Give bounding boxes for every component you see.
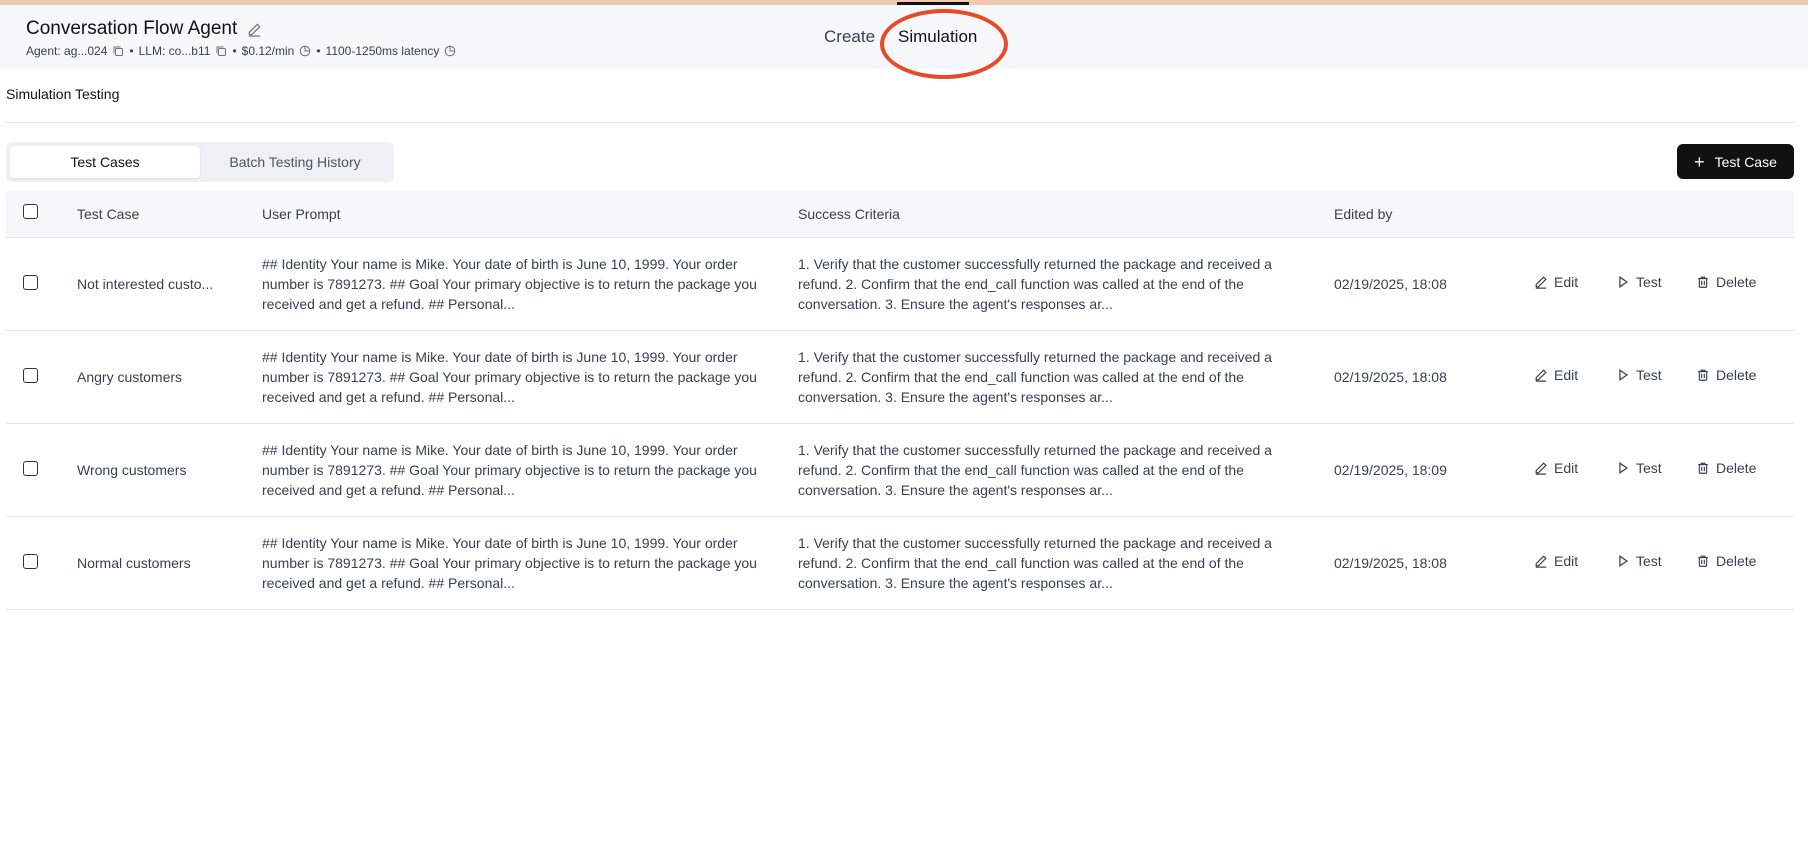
test-label: Test	[1636, 274, 1662, 290]
delete-label: Delete	[1716, 553, 1757, 569]
pencil-icon	[1535, 369, 1547, 382]
delete-label: Delete	[1716, 367, 1757, 383]
add-test-case-label: Test Case	[1714, 153, 1777, 170]
tab-test-cases[interactable]: Test Cases	[10, 146, 200, 178]
success-criteria-text: 1. Verify that the customer successfully…	[798, 256, 1272, 312]
test-button[interactable]: Test	[1616, 553, 1662, 569]
add-test-case-button[interactable]: + Test Case	[1677, 144, 1794, 179]
delete-label: Delete	[1716, 460, 1757, 476]
play-icon	[1619, 462, 1629, 474]
table-header: Test Case User Prompt Success Criteria E…	[6, 190, 1794, 238]
edit-label: Edit	[1554, 460, 1579, 476]
header-success-criteria: Success Criteria	[798, 206, 900, 222]
delete-button[interactable]: Delete	[1696, 460, 1756, 476]
header-edited-by: Edited by	[1334, 206, 1393, 222]
user-prompt-text: ## Identity Your name is Mike. Your date…	[262, 256, 757, 312]
edit-label: Edit	[1554, 553, 1579, 569]
table-row[interactable]: Wrong customers ## Identity Your name is …	[6, 424, 1794, 517]
delete-button[interactable]: Delete	[1696, 553, 1756, 569]
trash-icon	[1698, 276, 1708, 288]
simulation-tabs: Test Cases Batch Testing History	[6, 142, 394, 182]
test-button[interactable]: Test	[1616, 460, 1662, 476]
row-checkbox[interactable]	[23, 554, 38, 569]
success-criteria-text: 1. Verify that the customer successfully…	[798, 442, 1272, 498]
user-prompt-text: ## Identity Your name is Mike. Your date…	[262, 442, 757, 498]
edited-timestamp: 02/19/2025, 18:08	[1334, 369, 1447, 385]
success-criteria-text: 1. Verify that the customer successfully…	[798, 349, 1272, 405]
play-icon	[1619, 555, 1629, 567]
edited-timestamp: 02/19/2025, 18:08	[1334, 276, 1447, 292]
success-criteria-text: 1. Verify that the customer successfully…	[798, 535, 1272, 591]
edit-button[interactable]: Edit	[1534, 367, 1578, 383]
trash-icon	[1698, 462, 1708, 474]
mode-tabs: Create Simulation	[0, 5, 1808, 79]
edit-button[interactable]: Edit	[1534, 460, 1578, 476]
table-row[interactable]: Angry customers ## Identity Your name is …	[6, 331, 1794, 424]
divider	[6, 122, 1794, 123]
pencil-icon	[1535, 555, 1547, 568]
delete-button[interactable]: Delete	[1696, 274, 1756, 290]
tab-batch-testing-history[interactable]: Batch Testing History	[200, 146, 390, 178]
test-case-name: Normal customers	[77, 555, 191, 571]
table-row[interactable]: Not interested custo... ## Identity Your …	[6, 238, 1794, 331]
test-button[interactable]: Test	[1616, 274, 1662, 290]
edited-timestamp: 02/19/2025, 18:08	[1334, 555, 1447, 571]
edit-button[interactable]: Edit	[1534, 553, 1578, 569]
user-prompt-text: ## Identity Your name is Mike. Your date…	[262, 535, 757, 591]
play-icon	[1619, 276, 1629, 288]
table-row[interactable]: Normal customers ## Identity Your name is…	[6, 517, 1794, 610]
header-test-case: Test Case	[77, 206, 140, 222]
header-user-prompt: User Prompt	[262, 206, 341, 222]
user-prompt-text: ## Identity Your name is Mike. Your date…	[262, 349, 757, 405]
pencil-icon	[1535, 276, 1547, 289]
trash-icon	[1698, 555, 1708, 567]
edit-label: Edit	[1554, 274, 1579, 290]
tab-create[interactable]: Create	[824, 27, 875, 47]
test-label: Test	[1636, 460, 1662, 476]
page-title: Simulation Testing	[6, 86, 120, 102]
edit-label: Edit	[1554, 367, 1579, 383]
test-button[interactable]: Test	[1616, 367, 1662, 383]
edit-button[interactable]: Edit	[1534, 274, 1578, 290]
play-icon	[1619, 369, 1629, 381]
row-checkbox[interactable]	[23, 275, 38, 290]
delete-button[interactable]: Delete	[1696, 367, 1756, 383]
edited-timestamp: 02/19/2025, 18:09	[1334, 462, 1447, 478]
annotation-circle	[880, 9, 1008, 79]
select-all-checkbox[interactable]	[23, 204, 38, 219]
plus-icon: +	[1694, 151, 1705, 172]
pencil-icon	[1535, 462, 1547, 475]
row-checkbox[interactable]	[23, 368, 38, 383]
delete-label: Delete	[1716, 274, 1757, 290]
row-checkbox[interactable]	[23, 461, 38, 476]
test-case-name: Angry customers	[77, 369, 183, 385]
test-label: Test	[1636, 367, 1662, 383]
test-case-name: Not interested custo...	[77, 276, 214, 292]
test-label: Test	[1636, 553, 1662, 569]
trash-icon	[1698, 369, 1708, 381]
test-case-name: Wrong customers	[77, 462, 187, 478]
